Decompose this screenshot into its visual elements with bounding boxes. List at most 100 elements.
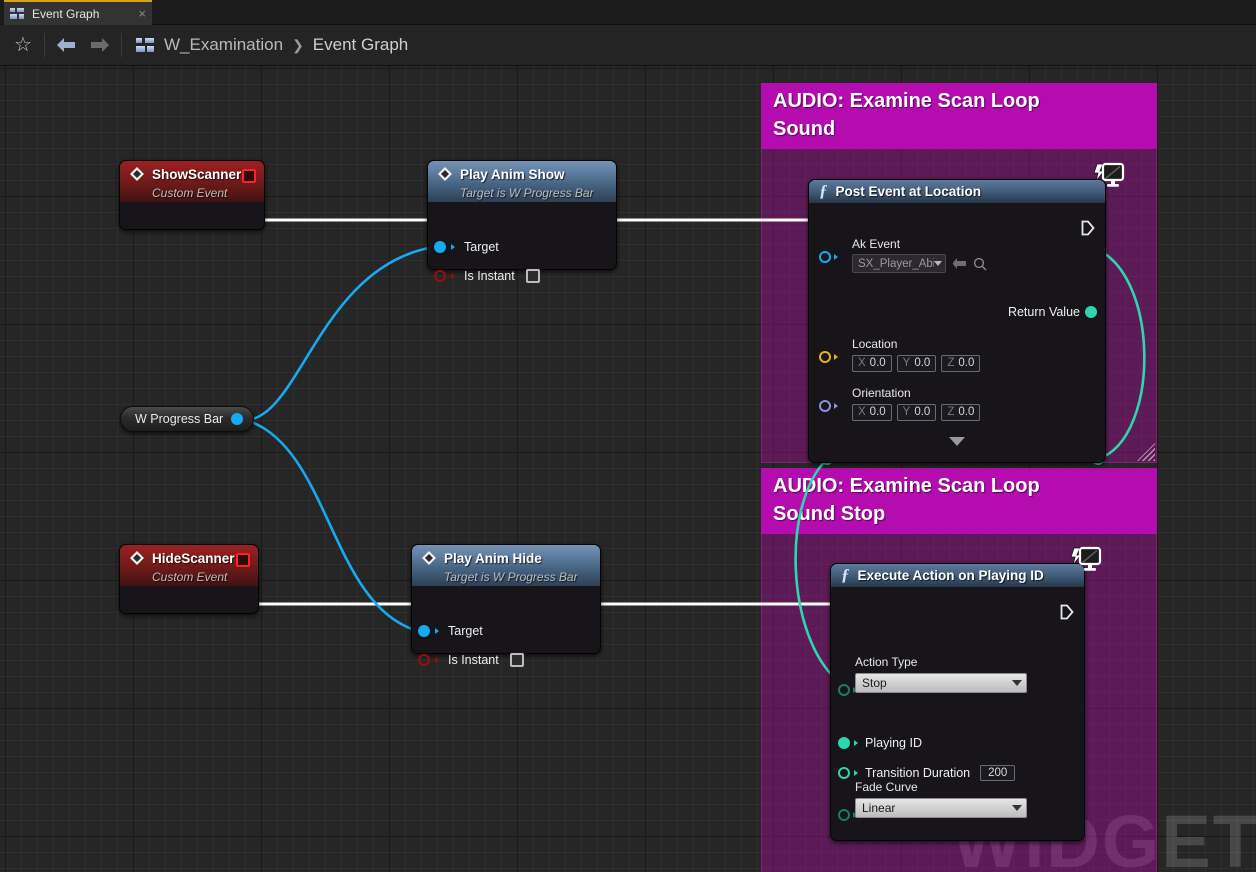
node-post-event-at-location[interactable]: ƒ Post Event at Location Ak Event SX_Pla… [808, 162, 1125, 463]
expand-node-button[interactable] [808, 437, 1106, 446]
function-f-icon: ƒ [841, 564, 850, 584]
pin-is-instant[interactable]: Is Instant [434, 269, 540, 283]
is-instant-checkbox[interactable] [525, 269, 540, 283]
node-execute-action-on-playing-id[interactable]: ƒ Execute Action on Playing ID Action Ty… [830, 546, 1102, 841]
location-x-value: 0.0 [869, 357, 886, 369]
tab-event-graph[interactable]: Event Graph × [4, 0, 152, 25]
comment-title[interactable]: AUDIO: Examine Scan Loop Sound [761, 83, 1157, 149]
fade-curve-group: Fade Curve Linear [855, 780, 1055, 818]
node-header[interactable]: HideScanner Custom Event [120, 545, 258, 586]
event-collapse-button[interactable] [236, 553, 250, 567]
pin-ak-event[interactable] [819, 239, 838, 268]
event-collapse-button[interactable] [242, 169, 256, 183]
breadcrumb-item-blueprint[interactable]: W_Examination [164, 35, 283, 55]
node-header[interactable]: Play Anim Show Target is W Progress Bar [428, 161, 616, 202]
node-header[interactable]: ShowScanner Custom Event [120, 161, 264, 202]
close-icon[interactable]: × [138, 7, 146, 20]
orientation-x-field[interactable]: X 0.0 [852, 404, 892, 421]
pin-is-instant[interactable]: Is Instant [418, 653, 524, 667]
pin-playing-id[interactable]: Playing ID [838, 736, 922, 750]
search-icon[interactable] [973, 257, 987, 271]
variable-label: W Progress Bar [135, 412, 224, 426]
back-button[interactable] [49, 28, 83, 62]
node-play-anim-show[interactable]: Play Anim Show Target is W Progress Bar … [427, 160, 617, 283]
chevron-down-icon [1012, 680, 1022, 686]
orientation-z-value: 0.0 [958, 406, 975, 418]
blueprint-graph-canvas[interactable]: WIDGET AUDIO: Examine Scan Loop Sound AU… [0, 66, 1256, 872]
axis-label-y: Y [902, 357, 911, 369]
chevron-down-icon [949, 437, 965, 446]
ak-event-group: Ak Event SX_Player_Ability [852, 237, 987, 273]
axis-label-x: X [858, 406, 866, 418]
event-diamond-icon [130, 551, 144, 565]
action-type-group: Action Type Stop [855, 655, 1055, 693]
forward-arrow-icon [91, 38, 109, 52]
ak-event-dropdown[interactable]: SX_Player_Ability [852, 254, 946, 273]
back-arrow-icon [57, 38, 75, 52]
blueprint-icon [136, 37, 155, 53]
pin-arrow-icon [834, 354, 838, 360]
toolbar-divider-2 [121, 33, 122, 57]
comment-title[interactable]: AUDIO: Examine Scan Loop Sound Stop [761, 468, 1157, 534]
pin-orientation[interactable] [819, 388, 838, 417]
forward-button[interactable] [83, 28, 117, 62]
location-z-field[interactable]: Z 0.0 [941, 355, 981, 372]
axis-label-y: Y [902, 406, 911, 418]
pin-label: Target [448, 624, 483, 638]
node-header[interactable]: Play Anim Hide Target is W Progress Bar [412, 545, 600, 586]
location-y-field[interactable]: Y 0.0 [896, 355, 937, 372]
node-subtitle: Target is W Progress Bar [444, 570, 578, 584]
pin-arrow-icon [435, 628, 439, 634]
orientation-x-value: 0.0 [869, 406, 886, 418]
location-group: Location X 0.0 Y 0.0 Z 0.0 [852, 337, 981, 372]
orientation-y-field[interactable]: Y 0.0 [896, 404, 937, 421]
return-value-label: Return Value [1007, 305, 1080, 319]
breadcrumb-toolbar: ☆ W_Examination ❯ Event Graph [0, 25, 1256, 66]
chevron-down-icon [1012, 805, 1022, 811]
pin-target[interactable]: Target [434, 240, 499, 254]
ak-event-value: SX_Player_Ability [858, 257, 934, 270]
pin-label: Is Instant [464, 269, 515, 283]
browse-back-icon[interactable] [952, 257, 967, 270]
pin-target[interactable]: Target [418, 624, 483, 638]
chevron-down-icon [934, 261, 942, 266]
node-title: HideScanner [152, 551, 235, 566]
exec-pin-icon [1060, 604, 1074, 620]
orientation-z-field[interactable]: Z 0.0 [941, 404, 981, 421]
node-show-scanner[interactable]: ShowScanner Custom Event [119, 160, 265, 230]
float-pin-icon [838, 767, 850, 779]
node-header[interactable]: ƒ Execute Action on Playing ID [831, 564, 1084, 587]
node-header[interactable]: ƒ Post Event at Location [809, 180, 1105, 203]
is-instant-checkbox[interactable] [509, 653, 524, 667]
location-label: Location [852, 337, 898, 351]
action-type-dropdown[interactable]: Stop [855, 673, 1027, 693]
node-subtitle: Target is W Progress Bar [460, 186, 594, 200]
location-x-field[interactable]: X 0.0 [852, 355, 892, 372]
node-subtitle: Custom Event [152, 186, 228, 200]
favorite-star-button[interactable]: ☆ [6, 28, 40, 62]
fade-curve-dropdown[interactable]: Linear [855, 798, 1027, 818]
action-type-value: Stop [862, 676, 887, 690]
event-diamond-icon [130, 167, 144, 181]
tab-bar: Event Graph × [0, 0, 1256, 25]
fade-curve-label: Fade Curve [855, 780, 918, 794]
exec-out-pin[interactable] [1060, 604, 1074, 625]
node-title: ShowScanner [152, 167, 242, 182]
rotator-pin-icon [819, 400, 831, 412]
pin-arrow-icon [435, 657, 439, 663]
orientation-y-value: 0.0 [914, 406, 931, 418]
pin-label: Is Instant [448, 653, 499, 667]
pin-location[interactable] [819, 339, 838, 368]
object-pin-icon[interactable] [231, 413, 244, 425]
node-play-anim-hide[interactable]: Play Anim Hide Target is W Progress Bar … [411, 544, 601, 667]
transition-duration-field[interactable]: 200 [980, 765, 1016, 781]
exec-out-pin[interactable] [1081, 220, 1095, 241]
variable-node-w-progress-bar[interactable]: W Progress Bar [120, 406, 255, 432]
comment-title-line-2: Sound Stop [773, 503, 886, 525]
node-hide-scanner[interactable]: HideScanner Custom Event [119, 544, 259, 614]
pin-return-value[interactable]: Return Value [1008, 305, 1097, 319]
comment-title-line-1: AUDIO: Examine Scan Loop [773, 475, 1040, 497]
pin-transition-duration[interactable]: Transition Duration 200 [838, 765, 1016, 781]
breadcrumb-item-current[interactable]: Event Graph [313, 35, 408, 55]
axis-label-x: X [858, 357, 866, 369]
